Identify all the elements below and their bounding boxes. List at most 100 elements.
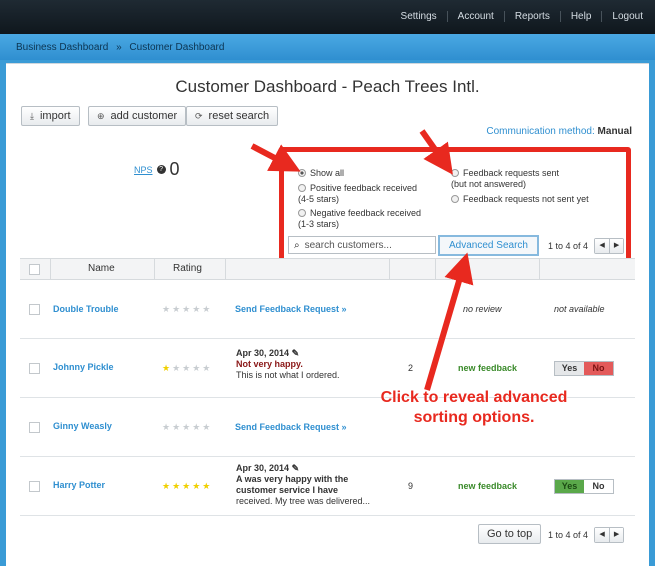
rating-stars: ★★★★★ [162,481,213,491]
column-divider [50,259,51,279]
row-checkbox[interactable] [29,422,40,433]
toggle-no[interactable]: No [584,362,613,375]
plus-circle-icon: ⊕ [97,110,105,121]
radio-icon[interactable] [298,184,306,192]
filter-positive-range: (4-5 stars) [298,194,339,205]
search-input[interactable]: ⌕ search customers... [288,236,436,254]
toggle-yes[interactable]: Yes [555,362,584,375]
advanced-search-button[interactable]: Advanced Search [438,235,539,256]
top-bar: Settings Account Reports Help Logout [0,0,655,34]
communication-value: Manual [597,126,632,137]
go-to-top-button[interactable]: Go to top [478,524,542,544]
feedback-text: received. My tree was delivered... [236,496,371,506]
review-status: new feedback [458,481,518,491]
add-customer-label: add customer [110,110,178,122]
table-row: Double Trouble ★★★★★ Send Feedback Reque… [20,280,635,339]
edit-icon[interactable]: ✎ [292,348,300,358]
main-panel: Customer Dashboard - Peach Trees Intl. ⤓… [6,63,649,566]
filter-not-sent[interactable]: Feedback requests not sent yet [451,194,589,205]
page-title: Customer Dashboard - Peach Trees Intl. [175,77,480,96]
visibility-toggle[interactable]: Yes No [554,479,614,494]
breadcrumb-separator: » [116,42,122,53]
send-feedback-request-link[interactable]: Send Feedback Request » [235,422,347,432]
filter-positive-stars: (4-5 stars) [298,194,340,204]
filter-positive-label: Positive feedback received [310,183,418,193]
toggle-no[interactable]: No [584,480,613,493]
table-header: Name Rating [20,258,635,280]
column-divider [225,259,226,279]
search-icon: ⌕ [294,239,300,251]
import-label: import [39,110,71,122]
pager-bottom: 1 to 4 of 4 ◀ ▶ [548,527,625,543]
customer-name[interactable]: Double Trouble [53,304,119,314]
visibility-toggle[interactable]: Yes No [554,361,614,376]
visibility-status: not available [554,304,605,314]
radio-selected-icon[interactable] [298,169,306,177]
nav-account[interactable]: Account [446,11,504,22]
pager-text: 1 to 4 of 4 [548,241,589,251]
feedback-title-line-2: customer service I have [236,485,339,495]
table-row: Harry Potter ★★★★★ Apr 30, 2014 ✎ A was … [20,457,635,516]
filter-show-all-label: Show all [310,168,345,178]
customer-name[interactable]: Harry Potter [53,480,105,490]
next-page-icon[interactable]: ▶ [609,239,624,253]
feedback-title: Not very happy. [236,359,303,369]
nps-value: 0 [169,159,180,179]
add-customer-button[interactable]: ⊕ add customer [88,106,187,126]
row-checkbox[interactable] [29,481,40,492]
filter-negative[interactable]: Negative feedback received [298,208,421,219]
filter-requests-sent[interactable]: Feedback requests sent [451,168,559,179]
prev-page-icon[interactable]: ◀ [595,239,610,253]
feedback-date: Apr 30, 2014 ✎ [236,348,300,358]
review-status: new feedback [458,363,518,373]
breadcrumb-customer-dashboard[interactable]: Customer Dashboard [129,42,224,53]
prev-page-icon[interactable]: ◀ [595,528,610,542]
go-to-top-label: Go to top [487,528,533,540]
reset-search-button[interactable]: ⟳ reset search [186,106,279,126]
breadcrumb-bar: Business Dashboard » Customer Dashboard [0,34,655,60]
reset-search-label: reset search [208,110,270,122]
next-page-icon[interactable]: ▶ [609,528,624,542]
review-status: no review [463,304,502,314]
filter-positive[interactable]: Positive feedback received [298,183,417,194]
search-placeholder: search customers... [304,239,392,251]
filter-requests-sent-label: Feedback requests sent [463,168,560,178]
pager-arrows: ◀ ▶ [594,238,625,254]
filter-show-all[interactable]: Show all [298,168,344,179]
refresh-icon: ⟳ [195,110,203,121]
nps-score: NPS ? 0 [134,159,180,180]
pager-text: 1 to 4 of 4 [548,530,589,540]
row-checkbox[interactable] [29,304,40,315]
filter-requests-sent-sub: (but not answered) [451,179,527,189]
column-divider [389,259,390,279]
send-feedback-request-link[interactable]: Send Feedback Request » [235,304,347,314]
radio-icon[interactable] [298,209,306,217]
rating-stars: ★★★★★ [162,304,213,314]
radio-icon[interactable] [451,169,459,177]
help-icon[interactable]: ? [156,165,166,174]
breadcrumb: Business Dashboard » Customer Dashboard [16,42,224,53]
toggle-yes[interactable]: Yes [555,480,584,493]
filter-requests-sent-note: (but not answered) [451,179,526,190]
import-button[interactable]: ⤓ import [21,106,80,126]
pager-top: 1 to 4 of 4 ◀ ▶ [548,238,625,254]
radio-icon[interactable] [451,195,459,203]
nav-help[interactable]: Help [559,11,602,22]
breadcrumb-business-dashboard[interactable]: Business Dashboard [16,42,108,53]
edit-icon[interactable]: ✎ [292,463,300,473]
column-divider [539,259,540,279]
row-checkbox[interactable] [29,363,40,374]
header-name[interactable]: Name [88,259,115,279]
customer-name[interactable]: Ginny Weasly [53,421,112,431]
download-icon: ⤓ [30,110,34,121]
nav-settings[interactable]: Settings [391,11,447,22]
nps-link[interactable]: NPS [134,165,153,175]
nav-reports[interactable]: Reports [503,11,560,22]
select-all-checkbox[interactable] [29,264,40,275]
feedback-count: 9 [408,481,414,491]
callout-line-1: Click to reveal advanced [380,389,568,406]
nav-logout[interactable]: Logout [601,11,643,22]
callout-line-2: sorting options. [413,409,535,426]
header-rating[interactable]: Rating [173,259,202,279]
customer-name[interactable]: Johnny Pickle [53,362,114,372]
